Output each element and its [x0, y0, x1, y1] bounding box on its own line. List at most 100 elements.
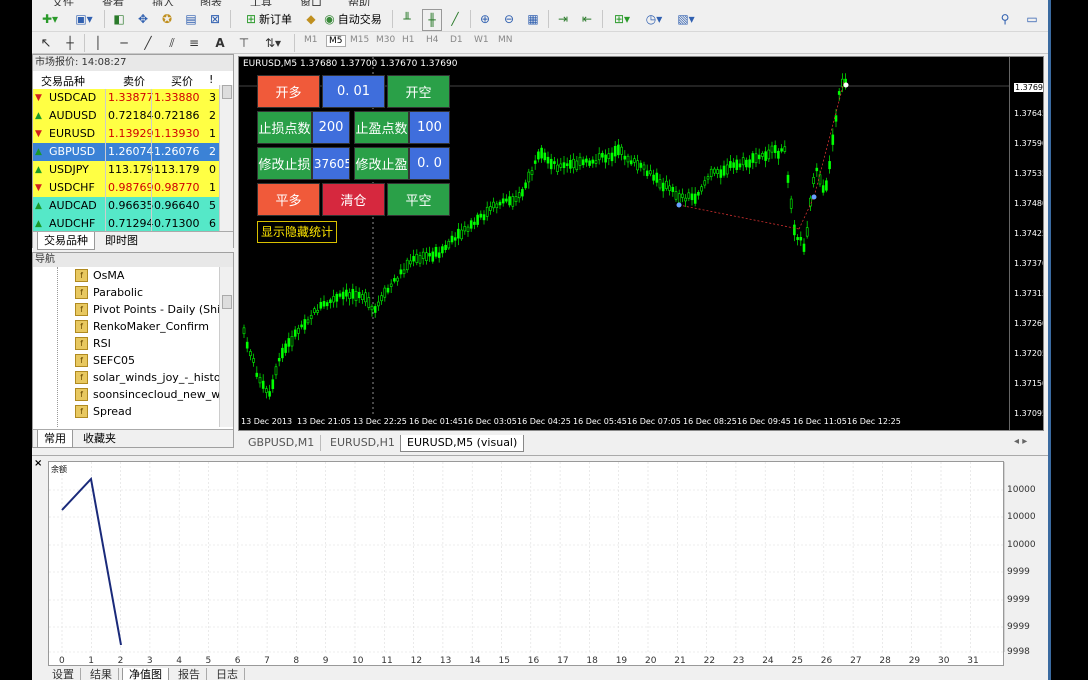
periods-icon[interactable]: ◷▾ — [640, 9, 668, 29]
close-panel-icon[interactable]: × — [34, 458, 42, 469]
market-watch-row[interactable]: ▼ USDCAD 1.33877 1.33880 3 — [33, 89, 223, 107]
close-buy-button[interactable]: 平多 — [257, 183, 320, 216]
toggle-stats-button[interactable]: 显示隐藏统计 — [257, 221, 338, 243]
stoploss-input[interactable]: 200 — [312, 111, 350, 144]
close-all-button[interactable]: 清仓 — [322, 183, 385, 216]
tester-icon[interactable]: ⊠ — [206, 9, 224, 29]
tab-results[interactable]: 结果 — [84, 668, 119, 680]
market-watch-row[interactable]: ▲ AUDUSD 0.72184 0.72186 2 — [33, 107, 223, 125]
indicators-icon[interactable]: ⊞▾ — [608, 9, 636, 29]
market-watch-row[interactable]: ▲ GBPUSD 1.26074 1.26076 2 — [33, 143, 223, 161]
chart-tab-eurusd-m5[interactable]: EURUSD,M5 (visual) — [400, 435, 525, 452]
indicator-icon: f — [75, 337, 88, 350]
channel-icon[interactable]: ⫽ — [164, 33, 180, 53]
metaeditor-icon[interactable]: ◆ — [302, 9, 320, 29]
horizontal-line-icon[interactable]: ─ — [116, 33, 132, 53]
market-watch-row[interactable]: ▼ USDCHF 0.98769 0.98770 1 — [33, 179, 223, 197]
tf-m15[interactable]: M15 — [350, 35, 369, 45]
tab-journal[interactable]: 日志 — [210, 668, 245, 680]
modify-stoploss-input[interactable]: .37605 — [312, 147, 350, 180]
tf-h4[interactable]: H4 — [426, 35, 439, 45]
col-bid[interactable]: 卖价 — [123, 73, 145, 89]
tf-mn[interactable]: MN — [498, 35, 513, 45]
tab-equity-graph[interactable]: 净值图 — [122, 668, 169, 680]
chart-tab-gbpusd-m1[interactable]: GBPUSD,M1 — [242, 435, 322, 451]
market-watch-row[interactable]: ▲ AUDCAD 0.96635 0.96640 5 — [33, 197, 223, 215]
chart-shift-icon[interactable]: ⇤ — [578, 9, 596, 29]
new-chart-icon[interactable]: ✚▾ — [36, 9, 64, 29]
arrows-icon[interactable]: ⇅▾ — [260, 33, 286, 53]
x-tick-label: 13 — [439, 656, 452, 666]
time-tick-label: 13 Dec 2013 — [241, 417, 293, 426]
cursor-icon[interactable]: ↖ — [38, 33, 54, 53]
trendline-icon[interactable]: ╱ — [140, 33, 156, 53]
navigator-item[interactable]: f RSI — [33, 335, 221, 352]
market-watch-row[interactable]: ▲ USDJPY 113.179 113.179 0 — [33, 161, 223, 179]
label-icon[interactable]: ⊤ — [236, 33, 252, 53]
lot-size-field[interactable]: 0. 01 — [322, 75, 385, 108]
tf-w1[interactable]: W1 — [474, 35, 489, 45]
tf-m5[interactable]: M5 — [326, 35, 346, 47]
tabs-scroll-arrows-icon[interactable]: ◂ ▸ — [1014, 436, 1027, 447]
tab-report[interactable]: 报告 — [172, 668, 207, 680]
templates-icon[interactable]: ▧▾ — [672, 9, 700, 29]
crosshair-icon[interactable]: ┼ — [62, 33, 78, 53]
zoom-out-icon[interactable]: ⊖ — [500, 9, 518, 29]
col-extra[interactable]: ! — [209, 73, 213, 86]
autoscroll-icon[interactable]: ⇥ — [554, 9, 572, 29]
navigator-item[interactable]: f Pivot Points - Daily (Shifte — [33, 301, 221, 318]
tf-m1[interactable]: M1 — [304, 35, 318, 45]
col-symbol[interactable]: 交易品种 — [41, 73, 85, 89]
bar-chart-icon[interactable]: ╨ — [398, 9, 416, 29]
fibonacci-icon[interactable]: ≡ — [186, 33, 202, 53]
tab-settings[interactable]: 设置 — [46, 668, 81, 680]
chat-icon[interactable]: ▭ — [1022, 9, 1042, 29]
modify-stoploss-label[interactable]: 修改止损 — [257, 147, 312, 180]
new-order-button[interactable]: ⊞ 新订单 — [236, 9, 302, 29]
navigator-icon[interactable]: ✪ — [158, 9, 176, 29]
market-watch-icon[interactable]: ◧ — [110, 9, 128, 29]
navigator-item[interactable]: f Spread — [33, 403, 221, 420]
time-tick-label: 13 Dec 21:05 — [297, 417, 351, 426]
navigator-scrollbar[interactable] — [219, 267, 233, 427]
tile-windows-icon[interactable]: ▦ — [524, 9, 542, 29]
navigator-item[interactable]: f OsMA — [33, 267, 221, 284]
profiles-icon[interactable]: ▣▾ — [70, 9, 98, 29]
navigator-item[interactable]: f soonsincecloud_new_wdb — [33, 386, 221, 403]
terminal-window: 文件 查看 插入 图表 工具 窗口 帮助 ✚▾ ▣▾ ◧ ✥ ✪ ▤ ⊠ ⊞新订… — [32, 0, 1048, 680]
bid-price: 0.96635 — [105, 197, 154, 215]
tf-m30[interactable]: M30 — [376, 35, 395, 45]
price-chart[interactable]: EURUSD,M5 1.37680 1.37700 1.37670 1.3769… — [238, 56, 1044, 431]
tab-favorites[interactable]: 收藏夹 — [77, 430, 122, 447]
text-icon[interactable]: A — [212, 33, 228, 53]
navigator-item[interactable]: f SEFC05 — [33, 352, 221, 369]
col-ask[interactable]: 买价 — [171, 73, 193, 89]
navigator-item[interactable]: f solar_winds_joy_-_histo-Y — [33, 369, 221, 386]
x-tick-label: 12 — [410, 656, 423, 666]
search-icon[interactable]: ⚲ — [996, 9, 1014, 29]
navigator-item[interactable]: f RenkoMaker_Confirm — [33, 318, 221, 335]
tf-h1[interactable]: H1 — [402, 35, 415, 45]
data-window-icon[interactable]: ✥ — [134, 9, 152, 29]
tf-d1[interactable]: D1 — [450, 35, 463, 45]
line-chart-icon[interactable]: ╱ — [446, 9, 464, 29]
vertical-line-icon[interactable]: │ — [90, 33, 106, 53]
market-watch-row[interactable]: ▼ EURUSD 1.13929 1.13930 1 — [33, 125, 223, 143]
modify-takeprofit-label[interactable]: 修改止盈 — [354, 147, 409, 180]
takeprofit-input[interactable]: 100 — [409, 111, 450, 144]
sell-open-button[interactable]: 开空 — [387, 75, 450, 108]
market-watch-scrollbar[interactable] — [219, 85, 233, 231]
tab-symbols[interactable]: 交易品种 — [37, 232, 95, 250]
terminal-icon[interactable]: ▤ — [182, 9, 200, 29]
zoom-in-icon[interactable]: ⊕ — [476, 9, 494, 29]
x-tick-label: 16 — [527, 656, 540, 666]
modify-takeprofit-input[interactable]: 0. 0 — [409, 147, 450, 180]
candle-chart-icon[interactable]: ╫ — [422, 9, 442, 31]
chart-tab-eurusd-h1[interactable]: EURUSD,H1 — [324, 435, 402, 451]
auto-trading-button[interactable]: ◉ 自动交易 — [320, 9, 386, 29]
tab-common[interactable]: 常用 — [37, 430, 73, 448]
tab-tick-chart[interactable]: 即时图 — [99, 232, 144, 249]
close-sell-button[interactable]: 平空 — [387, 183, 450, 216]
buy-open-button[interactable]: 开多 — [257, 75, 320, 108]
navigator-item[interactable]: f Parabolic — [33, 284, 221, 301]
